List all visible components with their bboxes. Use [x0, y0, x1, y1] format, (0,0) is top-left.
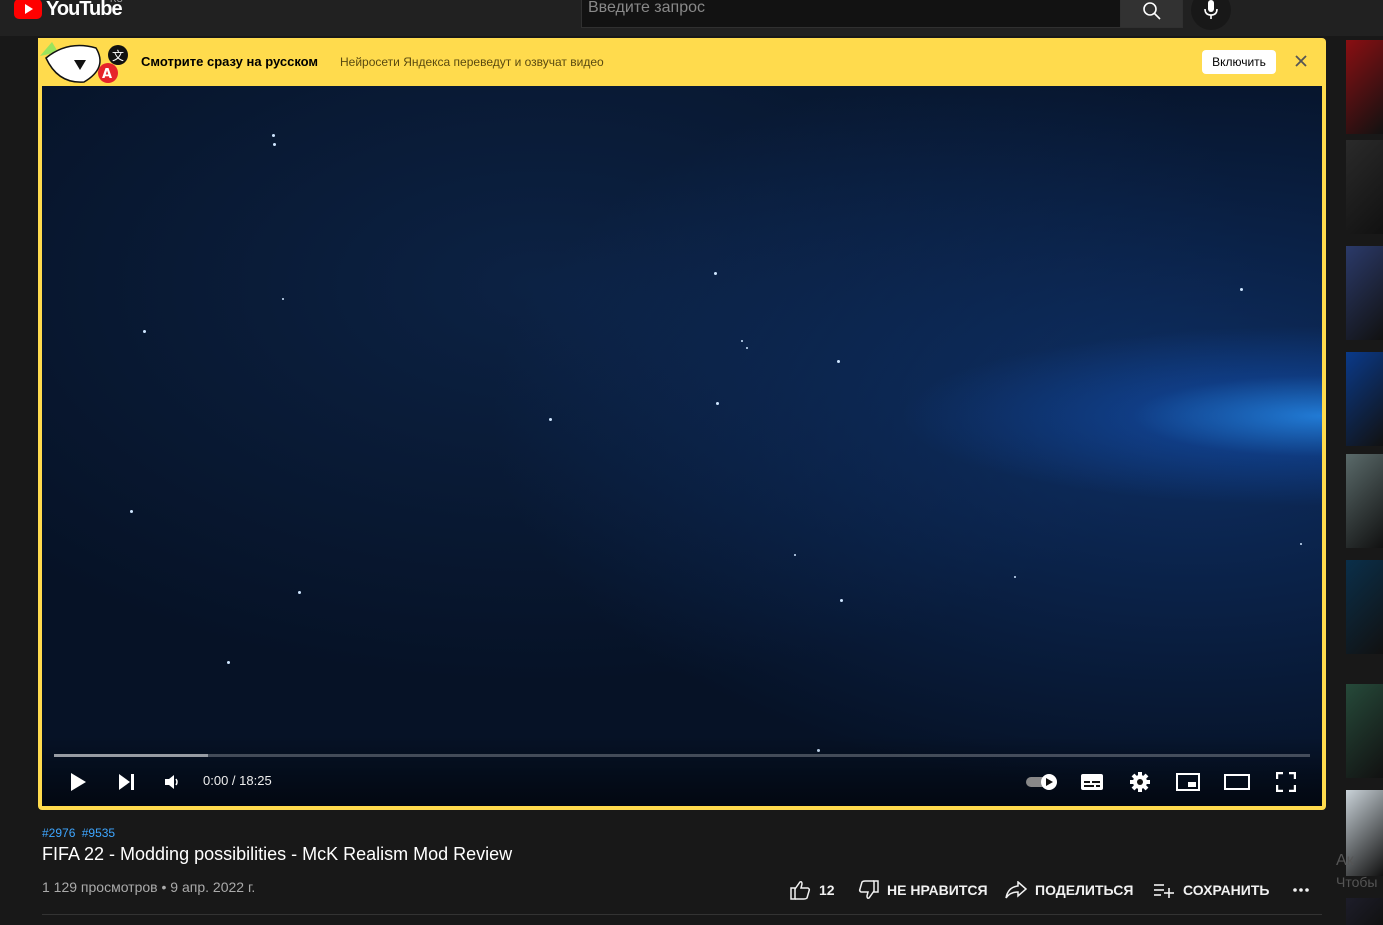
play-icon: [71, 773, 86, 791]
recommended-thumbnail[interactable]: [1346, 898, 1383, 925]
video-title: FIFA 22 - Modding possibilities - McK Re…: [42, 844, 513, 864]
next-button[interactable]: [112, 768, 140, 796]
enable-translation-button[interactable]: Включить: [1202, 50, 1276, 74]
voice-search-button[interactable]: [1191, 0, 1231, 30]
play-button[interactable]: [64, 768, 92, 796]
recommended-thumbnail[interactable]: [1346, 560, 1383, 654]
rail-partial-text: Чтобы: [1336, 874, 1378, 890]
meta-separator: •: [161, 879, 167, 895]
close-icon[interactable]: [1292, 52, 1310, 70]
recommended-thumbnail[interactable]: [1346, 684, 1383, 778]
search-icon: [1142, 2, 1161, 20]
more-actions-button[interactable]: [1292, 880, 1318, 900]
settings-button[interactable]: [1126, 768, 1154, 796]
thumbs-up-icon: [790, 881, 811, 900]
dislike-button[interactable]: НЕ НРАВИТСЯ: [858, 880, 988, 900]
time-display: 0:00 / 18:25: [203, 773, 272, 788]
youtube-logo[interactable]: YouTube: [14, 0, 123, 22]
hashtags: #2976 #9535: [42, 826, 118, 840]
thumbs-down-icon: [858, 880, 879, 899]
banner-subtitle: Нейросети Яндекса переведут и озвучат ви…: [340, 55, 604, 69]
region-code: RU: [110, 0, 123, 4]
banner-title: Смотрите сразу на русском: [141, 54, 319, 69]
gear-icon: [1130, 772, 1150, 792]
progress-bar[interactable]: [54, 754, 1310, 757]
autoplay-toggle[interactable]: [1024, 770, 1060, 794]
recommended-thumbnail[interactable]: [1346, 246, 1383, 340]
rail-partial-text: Ак: [1336, 852, 1354, 869]
subtitles-icon: [1081, 774, 1103, 790]
save-label: СОХРАНИТЬ: [1183, 882, 1270, 898]
recommended-thumbnail[interactable]: [1346, 40, 1383, 134]
share-button[interactable]: ПОДЕЛИТЬСЯ: [1005, 880, 1133, 900]
hashtag-link[interactable]: #2976: [42, 826, 75, 840]
top-bar: YouTube RU Введите запрос: [0, 0, 1383, 36]
youtube-play-logo-icon: [14, 0, 42, 19]
volume-icon: [165, 775, 178, 789]
progress-buffered: [54, 754, 209, 757]
search-input[interactable]: Введите запрос: [581, 0, 1120, 28]
volume-button[interactable]: [158, 768, 186, 796]
skip-next-icon: [119, 774, 134, 790]
dislike-label: НЕ НРАВИТСЯ: [887, 882, 988, 898]
recommended-thumbnail[interactable]: [1346, 454, 1383, 548]
miniplayer-icon: [1176, 773, 1200, 791]
theater-mode-icon: [1224, 774, 1250, 790]
subtitles-button[interactable]: [1078, 768, 1106, 796]
recommended-thumbnail[interactable]: [1346, 140, 1383, 234]
microphone-icon: [1204, 0, 1218, 19]
video-canvas[interactable]: 0:00 / 18:25: [42, 86, 1322, 806]
fullscreen-button[interactable]: [1272, 768, 1300, 796]
like-button[interactable]: 12: [790, 880, 835, 900]
playlist-add-icon: [1154, 884, 1174, 898]
miniplayer-button[interactable]: [1174, 768, 1202, 796]
svg-text:文: 文: [112, 48, 124, 63]
hashtag-link[interactable]: #9535: [82, 826, 115, 840]
upload-date: 9 апр. 2022 г.: [170, 879, 256, 895]
share-icon: [1005, 881, 1027, 899]
player-frame: 文 A Смотрите сразу на русском Нейросети …: [38, 38, 1326, 810]
divider: [42, 914, 1322, 915]
autoplay-toggle-icon: [1026, 774, 1057, 790]
recommended-thumbnail[interactable]: [1346, 352, 1383, 446]
share-label: ПОДЕЛИТЬСЯ: [1035, 882, 1134, 898]
theater-mode-button[interactable]: [1222, 768, 1252, 796]
fullscreen-icon: [1276, 772, 1296, 792]
save-button[interactable]: СОХРАНИТЬ: [1153, 880, 1269, 900]
svg-text:A: A: [102, 67, 112, 82]
more-horizontal-icon: [1293, 888, 1309, 892]
video-meta: 1 129 просмотров • 9 апр. 2022 г.: [42, 879, 255, 895]
like-count: 12: [819, 882, 835, 898]
yandex-translate-logo-icon: 文 A: [38, 38, 130, 86]
search-button[interactable]: [1120, 0, 1183, 28]
view-count: 1 129 просмотров: [42, 879, 158, 895]
translation-banner: 文 A Смотрите сразу на русском Нейросети …: [38, 38, 1326, 86]
